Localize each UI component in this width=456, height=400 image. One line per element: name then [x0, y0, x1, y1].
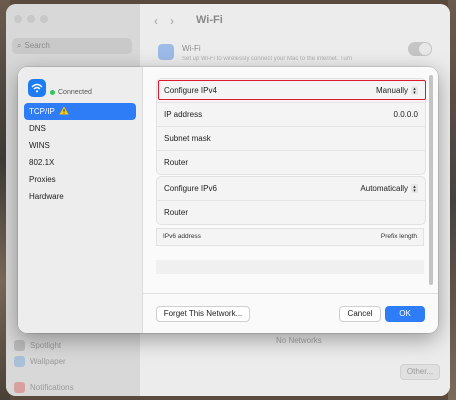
sheet-sidebar: Connected TCP/IP DNS WINS 802.1X Proxies…	[18, 67, 143, 333]
window-controls	[14, 15, 48, 23]
sidebar-item-wallpaper[interactable]: Wallpaper	[14, 356, 66, 367]
table-row	[156, 246, 424, 260]
tab-dns[interactable]: DNS	[24, 120, 136, 137]
router-row[interactable]: Router	[157, 151, 425, 174]
zoom-window-button[interactable]	[40, 15, 48, 23]
table-row	[156, 260, 424, 274]
wifi-icon	[158, 44, 174, 60]
wifi-toggle[interactable]	[408, 42, 432, 56]
configure-ipv6-select[interactable]: Automatically ▴ ▾	[360, 177, 418, 200]
notifications-icon	[14, 382, 25, 393]
sheet-footer: Forget This Network... Cancel OK	[142, 293, 438, 333]
tab-tcp-ip[interactable]: TCP/IP	[24, 103, 136, 120]
configure-ipv6-row[interactable]: Configure IPv6 Automatically ▴ ▾	[157, 177, 425, 201]
network-details-sheet: Connected TCP/IP DNS WINS 802.1X Proxies…	[18, 67, 438, 333]
settings-tabs: TCP/IP DNS WINS 802.1X Proxies Hardware	[24, 103, 136, 205]
minimize-window-button[interactable]	[27, 15, 35, 23]
ip-address-row: IP address 0.0.0.0	[157, 103, 425, 127]
table-row	[156, 274, 424, 288]
wifi-icon	[28, 79, 46, 97]
table-header: IPv6 address Prefix length	[156, 228, 424, 246]
ipv6-router-row: Router	[164, 208, 189, 217]
forget-network-button[interactable]: Forget This Network...	[156, 306, 250, 322]
tab-wins[interactable]: WINS	[24, 137, 136, 154]
wifi-description: Set up Wi-Fi to wirelessly connect your …	[182, 56, 353, 62]
select-stepper-icon: ▴ ▾	[411, 184, 418, 193]
back-arrow-icon[interactable]: ‹	[154, 14, 158, 28]
sidebar-item-notifications[interactable]: Notifications	[14, 382, 74, 393]
tab-hardware[interactable]: Hardware	[24, 188, 136, 205]
connected-dot-icon	[50, 90, 55, 95]
ok-button[interactable]: OK	[385, 306, 425, 322]
ipv6-address-table: IPv6 address Prefix length	[156, 228, 424, 288]
scrollbar[interactable]	[429, 75, 433, 285]
forward-arrow-icon[interactable]: ›	[170, 14, 174, 28]
ipv6-group: Configure IPv6 Automatically ▴ ▾ Router	[156, 176, 426, 225]
no-networks-label: No Networks	[276, 336, 322, 345]
connection-status: Connected	[50, 89, 92, 96]
tab-802-1x[interactable]: 802.1X	[24, 154, 136, 171]
tab-proxies[interactable]: Proxies	[24, 171, 136, 188]
nav-arrows: ‹ ›	[154, 14, 186, 28]
sidebar-item-spotlight[interactable]: Spotlight	[14, 340, 61, 351]
sidebar-search-input[interactable]: ⌕ Search	[12, 38, 132, 54]
spotlight-icon	[14, 340, 25, 351]
ip-address-field[interactable]: 0.0.0.0	[394, 103, 418, 126]
tcp-ip-settings: Configure IPv4 Manually ▴ ▾ IP address 0.…	[142, 67, 438, 293]
warning-icon	[59, 104, 69, 121]
wifi-name: Wi-Fi	[182, 44, 201, 53]
configure-ipv4-highlight	[158, 80, 426, 100]
other-network-button[interactable]: Other...	[400, 364, 440, 380]
cancel-button[interactable]: Cancel	[339, 306, 381, 322]
search-icon: ⌕	[17, 41, 22, 50]
page-title: Wi-Fi	[196, 14, 223, 26]
close-window-button[interactable]	[14, 15, 22, 23]
wallpaper-icon	[14, 356, 25, 367]
subnet-mask-row[interactable]: Subnet mask	[157, 127, 425, 151]
